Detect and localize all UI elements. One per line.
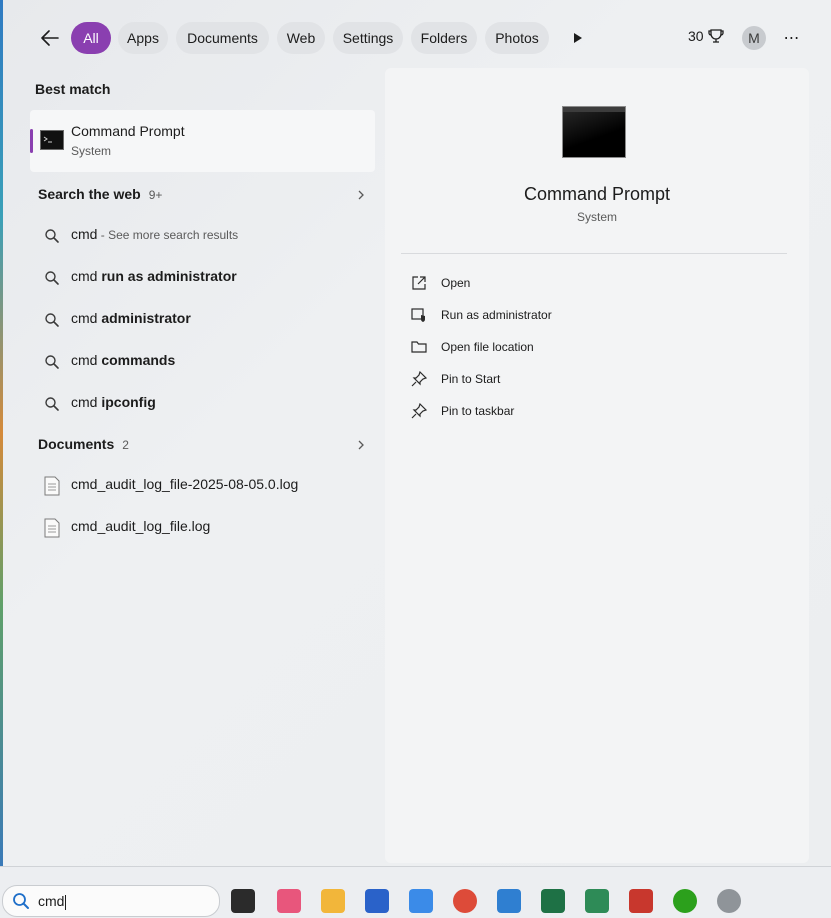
web-result-query: cmd (71, 226, 98, 242)
document-result[interactable]: cmd_audit_log_file-2025-08-05.0.log (30, 466, 375, 504)
tab-documents[interactable]: Documents (176, 22, 269, 54)
web-result[interactable]: cmd run as administrator (30, 258, 375, 296)
selection-indicator (30, 129, 33, 153)
open-external-icon (412, 276, 426, 290)
snipping-tool-icon[interactable] (629, 889, 653, 913)
web-result[interactable]: cmd administrator (30, 300, 375, 338)
taskbar: cmd (0, 866, 831, 918)
best-match-result[interactable]: Command Prompt System (30, 110, 375, 172)
web-result[interactable]: cmd ipconfig (30, 384, 375, 422)
action-open-file-location[interactable]: Open file location (401, 332, 701, 362)
tab-photos[interactable]: Photos (485, 22, 549, 54)
more-options-icon[interactable]: ⋯ (780, 26, 804, 50)
chevron-right-icon (358, 190, 364, 200)
start-search-panel: All Apps Documents Web Settings Folders … (0, 0, 831, 866)
desktop-edge (0, 0, 3, 866)
tab-apps[interactable]: Apps (118, 22, 168, 54)
pin-icon (411, 371, 427, 387)
chevron-right-icon (358, 440, 364, 450)
quickbooks-icon[interactable] (673, 889, 697, 913)
tab-settings[interactable]: Settings (333, 22, 403, 54)
copilot-icon[interactable] (277, 889, 301, 913)
trophy-icon (707, 29, 724, 43)
shield-admin-icon (411, 308, 426, 322)
documents-heading: Documents 2 (38, 436, 129, 452)
filter-bar: All Apps Documents Web Settings Folders … (0, 16, 831, 60)
web-result-suggestion: administrator (101, 310, 191, 326)
web-result[interactable]: cmd - See more search results (30, 216, 375, 254)
best-match-subtitle: System (71, 144, 112, 158)
tab-web[interactable]: Web (277, 22, 325, 54)
tab-folders[interactable]: Folders (411, 22, 477, 54)
document-result[interactable]: cmd_audit_log_file.log (30, 508, 375, 546)
search-icon (45, 313, 59, 327)
documents-count: 2 (122, 438, 129, 452)
play-icon (574, 33, 582, 43)
detail-pane: Command Prompt System Open Run as admini… (385, 68, 809, 863)
task-view-icon[interactable] (231, 889, 255, 913)
best-match-heading: Best match (35, 81, 111, 97)
action-pin-to-taskbar[interactable]: Pin to taskbar (401, 396, 701, 426)
chrome-icon[interactable] (453, 889, 477, 913)
detail-subtitle: System (576, 210, 617, 224)
action-label: Pin to Start (441, 372, 501, 386)
search-web-count: 9+ (148, 188, 163, 202)
tab-all[interactable]: All (71, 22, 111, 54)
rewards-points[interactable]: 30 (688, 28, 724, 44)
search-icon (13, 893, 29, 909)
action-label: Run as administrator (441, 308, 552, 322)
detail-title: Command Prompt (523, 184, 671, 204)
back-arrow-icon (41, 30, 59, 46)
excel-icon[interactable] (541, 889, 565, 913)
more-tabs-button[interactable] (566, 26, 590, 50)
command-prompt-icon (40, 130, 64, 150)
search-icon (45, 271, 59, 285)
excel-sync-icon[interactable] (585, 889, 609, 913)
web-result-suggestion: run as administrator (101, 268, 237, 284)
best-match-title: Command Prompt (71, 123, 185, 139)
folder-icon (411, 341, 427, 353)
document-name: cmd_audit_log_file.log (71, 518, 211, 534)
taskbar-search-input[interactable]: cmd (2, 885, 220, 917)
action-pin-to-start[interactable]: Pin to Start (401, 364, 701, 394)
search-icon (45, 355, 59, 369)
text-cursor (65, 894, 67, 910)
action-label: Open (441, 276, 471, 290)
web-result[interactable]: cmd commands (30, 342, 375, 380)
document-icon (44, 518, 60, 538)
photos-icon[interactable] (497, 889, 521, 913)
action-run-as-admin[interactable]: Run as administrator (401, 300, 701, 330)
file-explorer-icon[interactable] (321, 889, 345, 913)
command-prompt-large-icon (562, 106, 626, 158)
search-query: cmd (38, 893, 65, 909)
action-label: Pin to taskbar (441, 404, 515, 418)
action-open[interactable]: Open (401, 268, 701, 298)
search-icon (45, 229, 59, 243)
back-button[interactable] (36, 24, 64, 52)
divider (401, 253, 787, 254)
web-result-suggestion: ipconfig (101, 394, 156, 410)
microsoft-store-icon[interactable] (365, 889, 389, 913)
search-icon (45, 397, 59, 411)
avatar[interactable]: M (742, 26, 766, 50)
action-label: Open file location (441, 340, 534, 354)
app-drop-icon[interactable] (717, 889, 741, 913)
documents-group[interactable]: Documents 2 (30, 430, 375, 460)
search-web-group[interactable]: Search the web 9+ (30, 180, 375, 210)
points-value: 30 (688, 28, 704, 44)
web-result-suggestion: commands (101, 352, 176, 368)
microsoft-365-icon[interactable] (409, 889, 433, 913)
document-name: cmd_audit_log_file-2025-08-05.0.log (71, 476, 299, 492)
document-icon (44, 476, 60, 496)
web-result-note: - See more search results (97, 228, 239, 242)
pin-icon (411, 403, 427, 419)
search-web-heading: Search the web 9+ (38, 186, 163, 202)
